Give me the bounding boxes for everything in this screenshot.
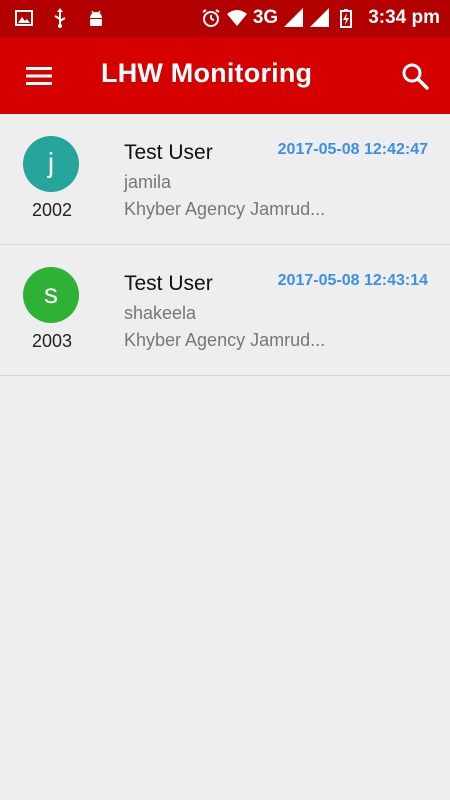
app-title: LHW Monitoring	[101, 58, 313, 88]
image-icon	[15, 10, 33, 26]
list-item[interactable]: j 2002 Test User jamila Khyber Agency Ja…	[0, 114, 450, 245]
status-bar: 3G 3:34 pm	[0, 0, 450, 37]
search-icon[interactable]	[400, 61, 430, 91]
clock: 3:34 pm	[368, 7, 440, 28]
user-id: 2003	[31, 331, 73, 351]
usb-icon	[54, 8, 66, 28]
android-icon	[90, 10, 102, 26]
username: shakeela	[124, 303, 197, 323]
user-id: 2002	[31, 200, 73, 220]
avatar: s	[23, 267, 79, 323]
timestamp: 2017-05-08 12:42:47	[277, 141, 428, 158]
record-list: j 2002 Test User jamila Khyber Agency Ja…	[0, 114, 450, 376]
list-item[interactable]: s 2003 Test User shakeela Khyber Agency …	[0, 245, 450, 376]
location: Khyber Agency Jamrud...	[124, 330, 326, 350]
user-name: Test User	[124, 272, 213, 295]
network-type: 3G	[252, 7, 279, 28]
username: jamila	[124, 172, 172, 192]
signal-icon	[284, 8, 304, 27]
avatar: j	[23, 136, 79, 192]
app-bar: LHW Monitoring	[0, 37, 450, 114]
menu-icon[interactable]	[24, 61, 54, 91]
timestamp: 2017-05-08 12:43:14	[277, 272, 428, 289]
signal-icon-2	[310, 8, 330, 27]
user-name: Test User	[124, 141, 213, 164]
wifi-icon	[226, 10, 247, 26]
battery-charging-icon	[340, 9, 353, 28]
alarm-icon	[202, 9, 220, 27]
location: Khyber Agency Jamrud...	[124, 199, 326, 219]
